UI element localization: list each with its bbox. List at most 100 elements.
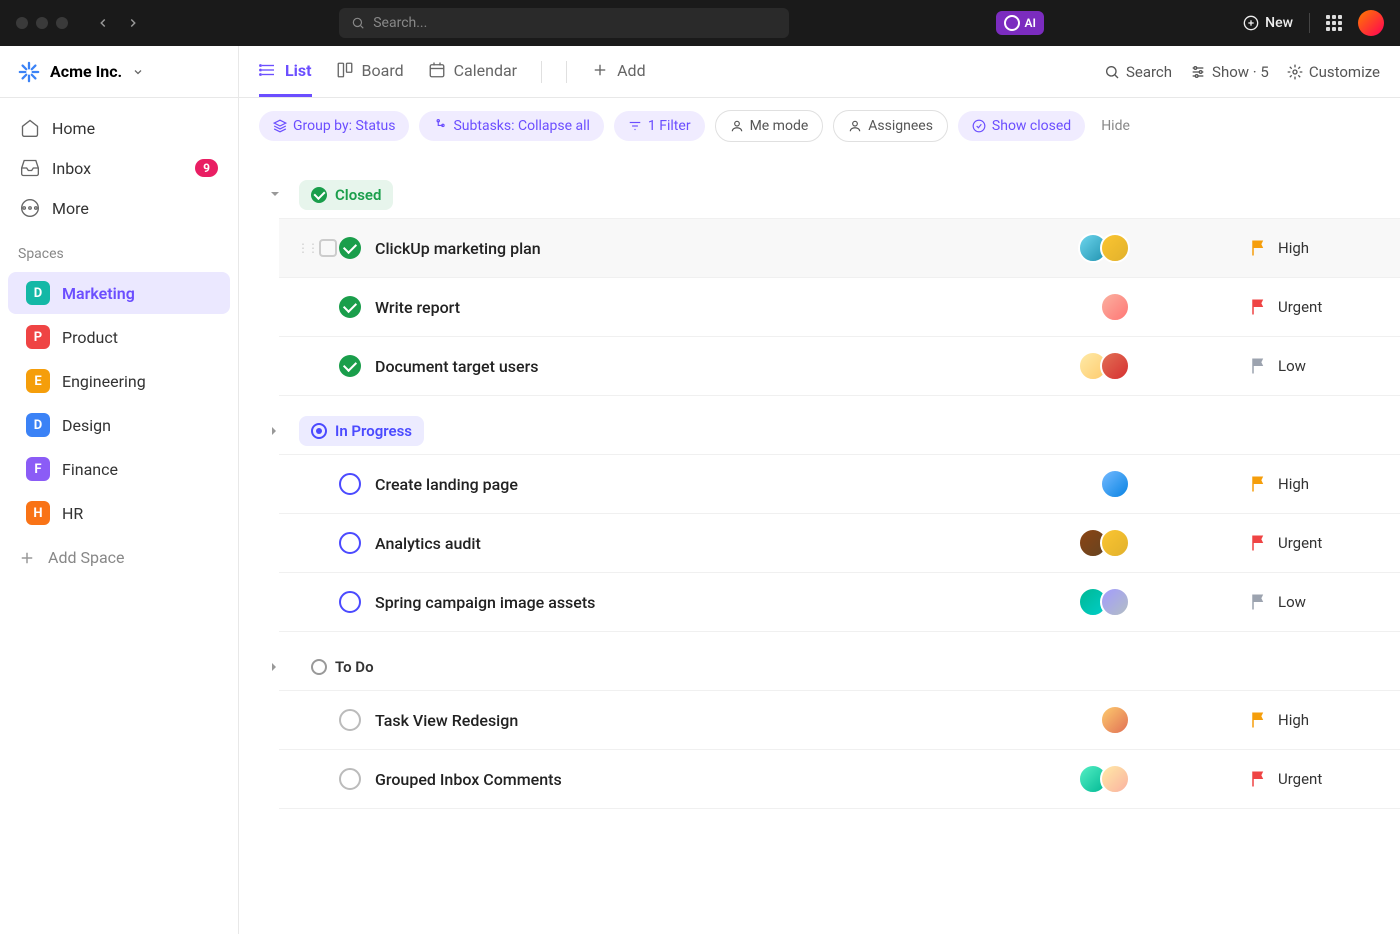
view-search-button[interactable]: Search [1104,63,1172,81]
space-hr[interactable]: HHR [8,492,230,534]
group-header[interactable]: Closed [239,172,1400,218]
tab-calendar[interactable]: Calendar [428,47,517,97]
tab-board[interactable]: Board [336,47,404,97]
avatar[interactable] [1100,528,1130,558]
task-status-icon[interactable] [339,532,361,554]
space-icon: P [26,325,50,349]
space-finance[interactable]: FFinance [8,448,230,490]
hide-button[interactable]: Hide [1101,118,1130,134]
priority[interactable]: Low [1250,593,1370,611]
caret-icon[interactable] [269,189,281,201]
priority[interactable]: Urgent [1250,534,1370,552]
task-name: Write report [375,298,1100,317]
checkbox[interactable] [319,239,337,257]
task-status-icon[interactable] [339,237,361,259]
caret-icon[interactable] [269,661,281,673]
gear-icon [1287,64,1303,80]
task-row[interactable]: Task View Redesign High [279,690,1400,750]
avatar[interactable] [1100,233,1130,263]
assignees[interactable] [1078,764,1130,794]
customize-button[interactable]: Customize [1287,63,1380,81]
space-design[interactable]: DDesign [8,404,230,446]
avatar[interactable] [1100,587,1130,617]
assignees[interactable] [1100,469,1130,499]
assignees[interactable] [1078,233,1130,263]
assignees[interactable] [1078,587,1130,617]
workspace-switcher[interactable]: Acme Inc. [0,46,238,98]
tab-label: Calendar [454,61,517,80]
assignees[interactable] [1078,528,1130,558]
priority[interactable]: High [1250,239,1370,257]
window-controls[interactable] [16,17,68,29]
apps-icon[interactable] [1326,15,1342,31]
plus-icon [591,61,609,79]
user-avatar[interactable] [1358,10,1384,36]
group-header[interactable]: In Progress [239,408,1400,454]
new-button[interactable]: New [1243,15,1293,31]
priority[interactable]: Urgent [1250,770,1370,788]
priority[interactable]: High [1250,475,1370,493]
me-mode-chip[interactable]: Me mode [715,110,824,142]
group-by-chip[interactable]: Group by: Status [259,111,409,141]
space-label: Design [62,416,111,435]
back-icon[interactable] [96,16,110,30]
assignees[interactable] [1100,292,1130,322]
assignees-chip[interactable]: Assignees [833,110,948,142]
nav-home[interactable]: Home [10,108,228,148]
space-engineering[interactable]: EEngineering [8,360,230,402]
tab-add[interactable]: Add [591,47,645,97]
task-status-icon[interactable] [339,296,361,318]
space-product[interactable]: PProduct [8,316,230,358]
filter-chip[interactable]: 1 Filter [614,111,705,141]
forward-icon[interactable] [126,16,140,30]
tab-list[interactable]: List [259,47,312,97]
task-name: Task View Redesign [375,711,1100,730]
priority-label: Low [1278,357,1306,375]
avatar[interactable] [1100,351,1130,381]
nav-more[interactable]: More [10,188,228,228]
task-status-icon[interactable] [339,355,361,377]
space-marketing[interactable]: DMarketing [8,272,230,314]
check-circle-icon [972,119,986,133]
task-row[interactable]: Document target users Low [279,337,1400,396]
subtasks-chip[interactable]: Subtasks: Collapse all [419,111,603,141]
task-row[interactable]: Spring campaign image assets Low [279,573,1400,632]
task-row[interactable]: Analytics auditUrgent [279,514,1400,573]
show-button[interactable]: Show · 5 [1190,63,1269,81]
nav-arrows[interactable] [96,16,140,30]
ai-button[interactable]: AI [996,11,1043,35]
main-panel: List Board Calendar Add Search Show · 5 Cus… [239,46,1400,934]
avatar[interactable] [1100,764,1130,794]
assignees[interactable] [1078,351,1130,381]
task-row[interactable]: Create landing pageHigh [279,454,1400,514]
inbox-icon [20,158,40,178]
task-status-icon[interactable] [339,473,361,495]
avatar[interactable] [1100,705,1130,735]
caret-icon[interactable] [269,425,281,437]
search-input[interactable]: Search... [339,8,789,38]
task-status-icon[interactable] [339,709,361,731]
task-name: Spring campaign image assets [375,593,1078,612]
task-row[interactable]: Write report Urgent [279,278,1400,337]
task-row[interactable]: Grouped Inbox CommentsUrgent [279,750,1400,809]
priority[interactable]: Urgent [1250,298,1370,316]
drag-handle-icon[interactable]: ⋮⋮ [297,241,317,255]
task-name: Document target users [375,357,1078,376]
task-row[interactable]: ⋮⋮ClickUp marketing planHigh [279,218,1400,278]
flag-icon [1250,534,1268,552]
avatar[interactable] [1100,292,1130,322]
assignees[interactable] [1100,705,1130,735]
group-header[interactable]: To Do [239,644,1400,690]
avatar[interactable] [1100,469,1130,499]
priority-label: High [1278,711,1309,729]
priority[interactable]: Low [1250,357,1370,375]
nav-inbox[interactable]: Inbox9 [10,148,228,188]
show-closed-chip[interactable]: Show closed [958,111,1085,141]
space-label: HR [62,504,83,523]
task-status-icon[interactable] [339,768,361,790]
priority[interactable]: High [1250,711,1370,729]
space-label: Engineering [62,372,146,391]
view-tabs: List Board Calendar Add Search Show · 5 Cus… [239,46,1400,98]
add-space-button[interactable]: Add Space [0,536,238,579]
task-status-icon[interactable] [339,591,361,613]
